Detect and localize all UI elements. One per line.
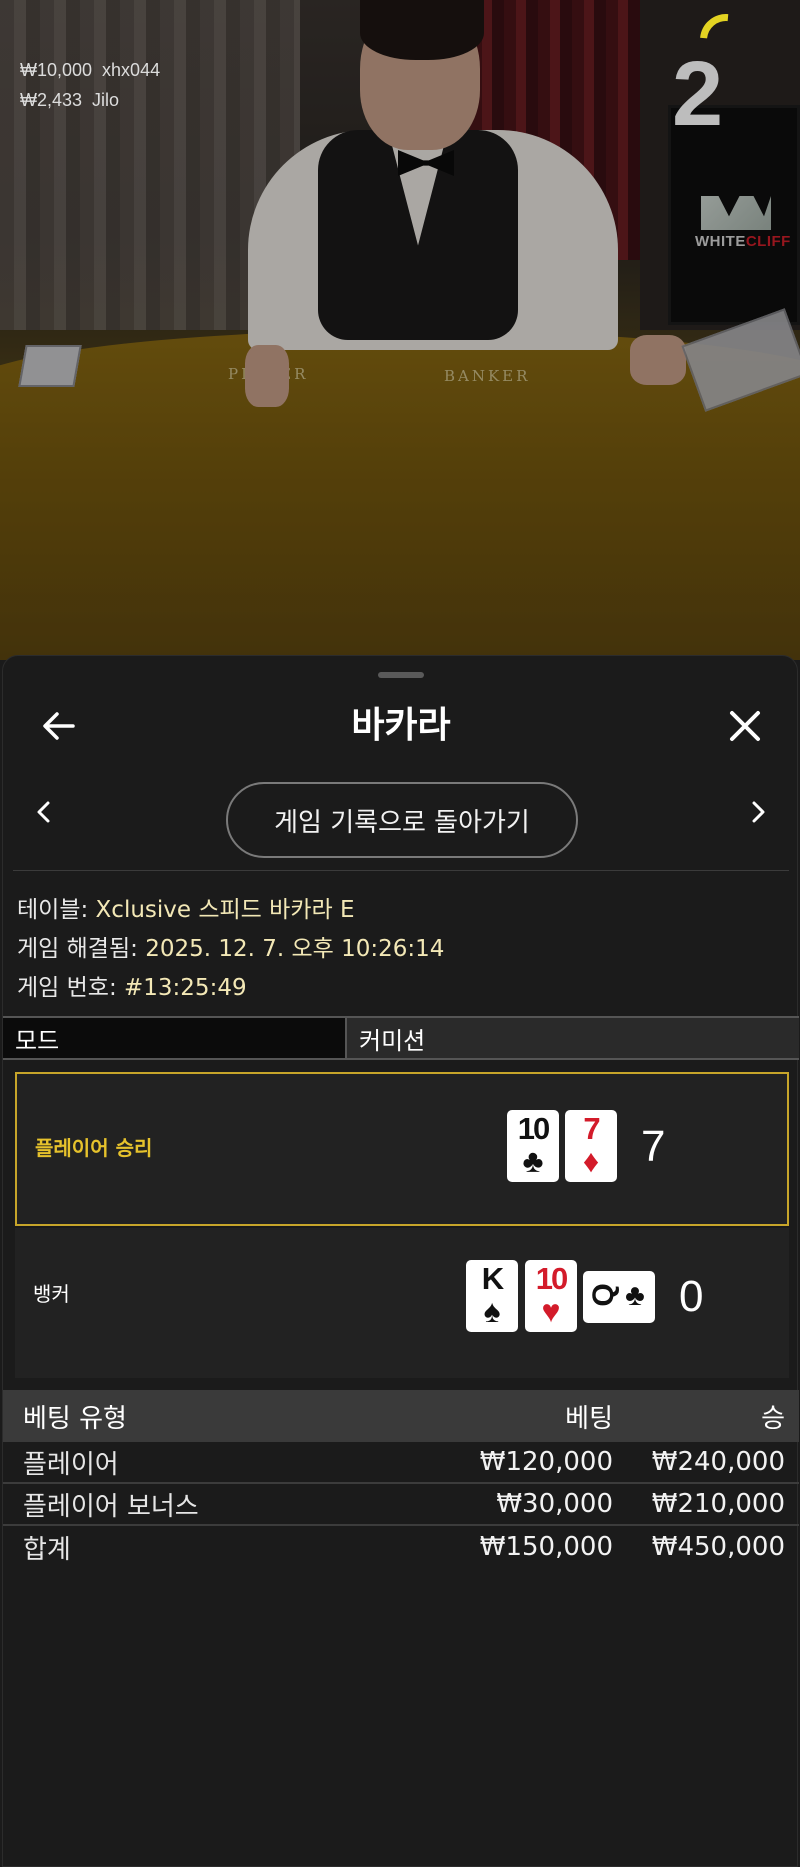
bet-type-header: 베팅 유형: [23, 1403, 127, 1434]
banker-card-2: 10 ♥: [525, 1260, 577, 1332]
banker-card-3-sideways: Q ♣: [583, 1271, 655, 1323]
win-amount-cell: ₩210,000: [651, 1489, 785, 1519]
game-number-info: 게임 번호: #13:25:49: [17, 968, 247, 1002]
win-amount-cell: ₩240,000: [651, 1447, 785, 1477]
banker-card-1: K ♠: [466, 1260, 518, 1332]
resolved-info-label: 게임 해결됨:: [17, 936, 138, 962]
player-card-2: 7 ♦: [565, 1110, 617, 1182]
total-win: ₩450,000: [651, 1532, 785, 1562]
commission-label: 커미션: [347, 1018, 799, 1058]
game-number-value: #13:25:49: [124, 975, 247, 1001]
close-x-icon: [730, 711, 760, 741]
bet-type-cell: 플레이어: [23, 1449, 119, 1480]
total-label: 합계: [23, 1534, 71, 1565]
chevron-right-icon: [752, 801, 765, 823]
bet-amount-cell: ₩120,000: [479, 1447, 613, 1477]
bet-table-header: 베팅 유형 베팅 승: [3, 1390, 799, 1442]
player-card-1: 10 ♣: [507, 1110, 559, 1182]
bet-amount-header: 베팅: [565, 1403, 613, 1434]
player-result-panel: 플레이어 승리 10 ♣ 7 ♦ 7: [15, 1072, 789, 1226]
live-video-stream: WHITECLIFF PLAYER BANKER ₩10,000xhx044 ₩…: [0, 0, 800, 660]
countdown-number: 2: [672, 43, 724, 145]
total-bet: ₩150,000: [479, 1532, 613, 1562]
table-row: 플레이어 보너스 ₩30,000 ₩210,000: [3, 1484, 799, 1526]
player-score: 7: [641, 1122, 666, 1171]
recent-win-amount: ₩2,433: [20, 90, 83, 110]
win-amount-header: 승: [761, 1403, 785, 1434]
mode-label: 모드: [3, 1018, 347, 1058]
recent-win-user: xhx044: [102, 60, 161, 80]
previous-game-button[interactable]: [25, 794, 61, 830]
table-info: 테이블: Xclusive 스피드 바카라 E: [17, 890, 354, 924]
back-to-history-button[interactable]: 게임 기록으로 돌아가기: [226, 782, 578, 858]
player-win-label: 플레이어 승리: [35, 1136, 153, 1160]
banker-label: 뱅커: [33, 1282, 70, 1306]
game-number-label: 게임 번호:: [17, 975, 117, 1001]
resolved-info-value: 2025. 12. 7. 오후 10:26:14: [145, 936, 445, 962]
recent-win-user: Jilo: [92, 90, 120, 110]
mode-bar: 모드 커미션: [3, 1016, 799, 1060]
bet-type-cell: 플레이어 보너스: [23, 1491, 199, 1522]
section-divider: [13, 870, 789, 871]
sheet-drag-handle[interactable]: [378, 672, 424, 678]
next-game-button[interactable]: [741, 794, 777, 830]
table-info-value: Xclusive 스피드 바카라 E: [95, 897, 355, 923]
recent-win-row: ₩2,433 Jilo: [20, 90, 119, 111]
chevron-left-icon: [37, 801, 50, 823]
total-row: 합계 ₩150,000 ₩450,000: [3, 1526, 799, 1568]
recent-win-amount: ₩10,000: [20, 60, 93, 80]
bet-table: 베팅 유형 베팅 승 플레이어 ₩120,000 ₩240,000 플레이어 보…: [3, 1390, 799, 1568]
recent-win-row: ₩10,000 xhx044: [20, 60, 160, 81]
table-row: 플레이어 ₩120,000 ₩240,000: [3, 1442, 799, 1484]
table-info-label: 테이블:: [17, 897, 89, 923]
banker-result-panel: 뱅커 K ♠ 10 ♥ Q ♣ 0: [15, 1228, 789, 1378]
close-button[interactable]: [721, 702, 769, 750]
banker-score: 0: [679, 1272, 704, 1321]
bet-amount-cell: ₩30,000: [496, 1489, 613, 1519]
sheet-title: 바카라: [351, 705, 451, 746]
resolved-info: 게임 해결됨: 2025. 12. 7. 오후 10:26:14: [17, 929, 444, 963]
game-history-sheet: 바카라 게임 기록으로 돌아가기 테이블: Xclusive 스피드 바카라 E…: [2, 655, 799, 1867]
